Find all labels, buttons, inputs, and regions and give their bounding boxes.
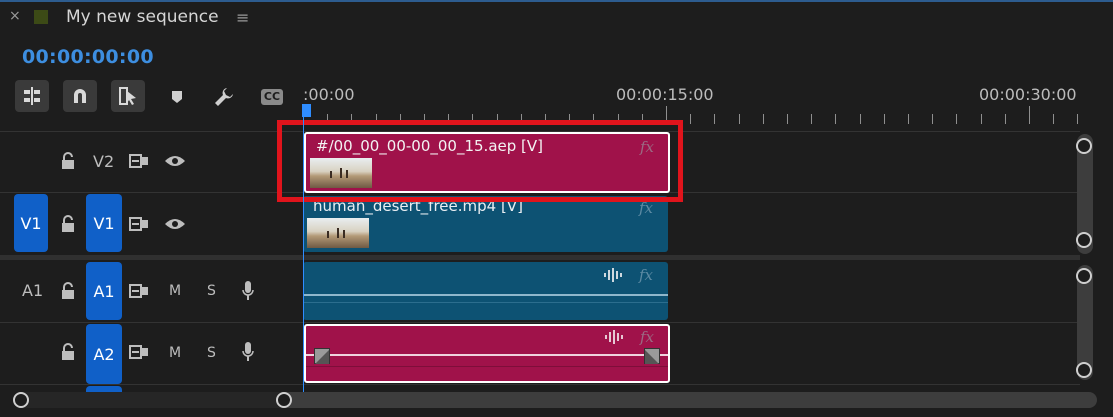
- volume-rubber-band[interactable]: [306, 354, 668, 356]
- scroll-handle-top[interactable]: [1076, 268, 1092, 284]
- film-sync-icon: [129, 154, 148, 168]
- add-marker-icon: [172, 91, 182, 103]
- ruler-label-30s: 00:00:30:00: [979, 85, 1077, 104]
- ruler-label-start: :00:00: [303, 85, 355, 104]
- microphone-icon: [242, 281, 254, 300]
- film-sync-icon: [129, 217, 148, 231]
- linked-selection-button[interactable]: [111, 80, 145, 112]
- lock-track-a1-button[interactable]: [58, 281, 78, 301]
- close-tab-icon[interactable]: ×: [9, 8, 21, 24]
- mute-track-a2-button[interactable]: M: [169, 345, 181, 361]
- unlock-icon: [62, 343, 74, 360]
- desert-people-thumbnail: [327, 228, 345, 238]
- track-target-a1[interactable]: A1: [86, 262, 122, 320]
- track-target-v1[interactable]: V1: [86, 194, 122, 252]
- scroll-handle-bottom[interactable]: [1076, 232, 1092, 248]
- waveform-icon: [604, 268, 622, 282]
- playhead-timecode[interactable]: 00:00:00:00: [22, 46, 154, 68]
- unlock-icon: [62, 152, 74, 169]
- snap-magnet-icon: [74, 89, 86, 103]
- clip-a2-audio[interactable]: fx: [304, 324, 670, 383]
- sync-lock-a1-button[interactable]: [128, 282, 150, 300]
- insert-edit-button[interactable]: [15, 80, 49, 112]
- sync-lock-v1-button[interactable]: [128, 215, 150, 233]
- fx-badge: fx: [640, 328, 655, 346]
- captions-icon: CC: [260, 89, 284, 105]
- panel-menu-icon[interactable]: ≡: [236, 8, 249, 27]
- transition-start-handle[interactable]: [314, 348, 330, 364]
- linked-selection-icon: [119, 87, 136, 105]
- clip-v1-mp4[interactable]: human_desert_free.mp4 [V] fx: [303, 196, 668, 252]
- zoom-scroll-thumb[interactable]: [14, 392, 292, 408]
- timeline-settings-button[interactable]: [213, 86, 235, 108]
- timeline-panel: × My new sequence ≡ 00:00:00:00 CC:00:0…: [0, 0, 1113, 417]
- add-marker-button[interactable]: [166, 86, 188, 108]
- ruler-label-15s: 00:00:15:00: [616, 85, 714, 104]
- lock-track-v1-button[interactable]: [58, 214, 78, 234]
- playhead-line: [303, 117, 304, 392]
- source-patch-a1[interactable]: A1: [22, 281, 43, 300]
- eye-icon: [165, 156, 185, 166]
- scroll-handle-top[interactable]: [1076, 138, 1092, 154]
- zoom-handle-left[interactable]: [13, 392, 29, 408]
- unlock-icon: [62, 282, 74, 299]
- sync-lock-a2-button[interactable]: [128, 343, 150, 361]
- transition-icon: [315, 350, 329, 364]
- toggle-track-output-v1[interactable]: [163, 215, 187, 233]
- insert-edit-icon: [24, 87, 40, 105]
- scroll-handle-bottom[interactable]: [1076, 362, 1092, 378]
- voice-over-record-a1-button[interactable]: [239, 279, 257, 303]
- lock-track-a2-button[interactable]: [58, 342, 78, 362]
- microphone-icon: [242, 342, 254, 361]
- clip-thumbnail: [307, 218, 369, 248]
- film-sync-icon: [129, 345, 148, 359]
- mute-track-a1-button[interactable]: M: [169, 283, 181, 299]
- playhead-handle[interactable]: [302, 104, 311, 117]
- eye-icon: [165, 219, 185, 229]
- sequence-label-color-swatch: [34, 10, 48, 24]
- highlight-box: [277, 120, 683, 202]
- volume-rubber-band[interactable]: [303, 294, 668, 296]
- transition-icon: [645, 350, 659, 364]
- track-label-v2[interactable]: V2: [93, 152, 114, 171]
- track-target-a2[interactable]: A2: [86, 324, 122, 384]
- transition-end-handle[interactable]: [644, 348, 660, 364]
- voice-over-record-a2-button[interactable]: [239, 340, 257, 364]
- lock-track-v2-button[interactable]: [58, 151, 78, 171]
- captions-button[interactable]: CC: [259, 86, 285, 108]
- wrench-settings-icon: [215, 88, 233, 106]
- sync-lock-v2-button[interactable]: [128, 152, 150, 170]
- waveform-icon: [605, 330, 623, 344]
- clip-divider: [306, 366, 668, 367]
- fx-badge: fx: [639, 266, 654, 284]
- panel-focus-bar: [0, 0, 1113, 2]
- sequence-tab-title[interactable]: My new sequence: [66, 7, 219, 27]
- solo-track-a1-button[interactable]: S: [207, 283, 216, 299]
- clip-divider: [303, 302, 668, 303]
- clip-a1-audio[interactable]: fx: [303, 262, 668, 320]
- source-patch-v1[interactable]: V1: [14, 194, 48, 252]
- toggle-track-output-v2[interactable]: [163, 152, 187, 170]
- unlock-icon: [62, 215, 74, 232]
- snap-button[interactable]: [63, 80, 97, 112]
- solo-track-a2-button[interactable]: S: [207, 345, 216, 361]
- zoom-handle-right[interactable]: [276, 392, 292, 408]
- film-sync-icon: [129, 284, 148, 298]
